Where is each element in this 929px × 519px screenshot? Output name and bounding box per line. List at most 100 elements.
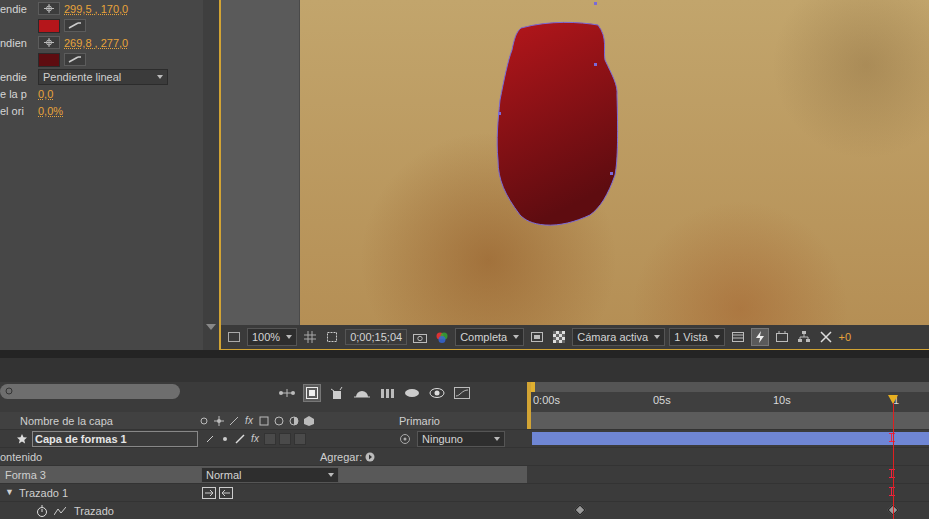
graph-editor-icon[interactable] — [453, 384, 471, 402]
adjustment-icon[interactable] — [288, 415, 300, 427]
keyframe-range-marker — [889, 487, 895, 496]
ramp-shape-dropdown[interactable]: Pendiente lineal — [38, 69, 168, 85]
layer-fx-icon[interactable]: fx — [249, 433, 261, 445]
panel-divider[interactable] — [0, 350, 929, 358]
switch-box[interactable] — [279, 433, 291, 445]
eyedropper-icon[interactable] — [64, 53, 86, 66]
pick-whip-icon[interactable] — [399, 433, 411, 445]
hide-shy-icon[interactable] — [328, 384, 346, 402]
pixel-aspect-icon[interactable] — [729, 328, 747, 346]
collapse-icon[interactable] — [213, 415, 225, 427]
effect-property-row — [0, 17, 203, 34]
exposure-value[interactable]: +0 — [839, 331, 852, 343]
draft-3d-icon[interactable] — [303, 384, 321, 402]
row-track[interactable] — [527, 502, 929, 519]
layer-duration-bar[interactable] — [532, 432, 929, 445]
switch-box[interactable] — [264, 433, 276, 445]
resolution-dropdown[interactable]: Completa — [455, 328, 524, 346]
row-track[interactable] — [527, 466, 929, 483]
time-ruler[interactable]: 0:00s05s10s1 — [527, 382, 929, 412]
layer-shy-icon[interactable] — [204, 433, 216, 445]
3d-layer-icon[interactable] — [303, 415, 315, 427]
graph-icon[interactable] — [54, 506, 66, 516]
shy-icon[interactable] — [198, 415, 210, 427]
keyframe[interactable] — [887, 504, 898, 515]
views-dropdown[interactable]: 1 Vista — [669, 328, 724, 346]
playhead[interactable] — [527, 395, 929, 519]
row-track[interactable] — [527, 448, 929, 465]
crosshair-icon[interactable] — [38, 2, 60, 15]
row-track[interactable] — [527, 430, 929, 447]
brainstorm-icon[interactable] — [403, 384, 421, 402]
number-value[interactable]: 0,0 — [38, 88, 53, 100]
path-property-label[interactable]: Trazado — [74, 505, 114, 517]
reset-exposure-icon[interactable] — [817, 328, 835, 346]
color-swatch[interactable] — [38, 53, 60, 67]
top-area: endie299,5 , 170,0ndien269,8 , 277,0endi… — [0, 0, 929, 350]
switch-box[interactable] — [294, 433, 306, 445]
point-value[interactable]: 269,8 , 277,0 — [64, 37, 128, 49]
blend-mode-dropdown[interactable]: Normal — [201, 467, 339, 483]
scrollbar[interactable] — [203, 0, 219, 350]
row-track[interactable] — [527, 484, 929, 501]
stopwatch-icon[interactable] — [36, 505, 48, 517]
timeline-row[interactable]: ontenidoAgregar: — [0, 448, 929, 466]
comp-mini-flowchart-icon[interactable] — [278, 384, 296, 402]
fast-previews-icon[interactable] — [751, 328, 769, 346]
effect-switch-icon[interactable]: fx — [243, 415, 255, 427]
property-label: e la p — [0, 88, 34, 100]
timeline-icon[interactable] — [773, 328, 791, 346]
frame-blending-icon[interactable] — [353, 384, 371, 402]
timeline-tab-strip — [0, 358, 929, 382]
timeline-row[interactable]: ▼Trazado 1 — [0, 484, 929, 502]
parent-dropdown[interactable]: Ninguno — [417, 431, 505, 447]
scroll-down-icon[interactable] — [206, 324, 216, 330]
layer-name-header[interactable]: Nombre de la capa — [0, 415, 198, 427]
eyedropper-icon[interactable] — [64, 19, 86, 32]
twirl-toggle[interactable]: ▼ — [5, 487, 14, 499]
layer-search-field[interactable] — [0, 384, 180, 399]
color-swatch[interactable] — [38, 19, 60, 33]
number-value[interactable]: 0,0% — [38, 105, 63, 117]
parent-header[interactable]: Primario — [399, 415, 527, 427]
quality-icon[interactable] — [228, 415, 240, 427]
current-time[interactable]: 0;00;15;04 — [345, 329, 407, 345]
transparency-grid-icon[interactable] — [550, 328, 568, 346]
layer-name-field[interactable]: Capa de formas 1 — [32, 431, 198, 447]
add-menu[interactable]: Agregar: — [320, 451, 375, 463]
auto-keyframe-icon[interactable] — [428, 384, 446, 402]
playhead-handle-icon[interactable] — [888, 395, 898, 404]
timeline-row[interactable]: Capa de formas 1 fx Ninguno — [0, 430, 929, 448]
navigator-start-handle[interactable] — [531, 382, 535, 392]
work-area-bar[interactable] — [527, 412, 929, 429]
mask-icon[interactable] — [323, 328, 341, 346]
path-group-label[interactable]: ▼Trazado 1 — [0, 487, 201, 499]
timeline-panel: 0:00s05s10s1 Nombre de la capa fx Primario C… — [0, 358, 929, 519]
column-header-row: Nombre de la capa fx Primario — [0, 412, 929, 430]
snapshot-icon[interactable] — [411, 328, 429, 346]
region-icon[interactable] — [528, 328, 546, 346]
layer-quality-icon[interactable] — [234, 433, 246, 445]
add-arrow-icon[interactable] — [365, 452, 375, 462]
flowchart-icon[interactable] — [795, 328, 813, 346]
motion-blur-icon[interactable] — [378, 384, 396, 402]
crosshair-icon[interactable] — [38, 36, 60, 49]
path-reverse-icon[interactable] — [218, 487, 233, 499]
always-preview-icon[interactable] — [225, 328, 243, 346]
layer-collapse-icon[interactable] — [219, 433, 231, 445]
frame-blend-icon[interactable] — [258, 415, 270, 427]
timeline-row[interactable]: Trazado — [0, 502, 929, 519]
shape-group-label[interactable]: Forma 3 — [0, 469, 201, 481]
zoom-dropdown[interactable]: 100% — [247, 328, 297, 346]
path-direction-icon[interactable] — [201, 487, 216, 499]
motion-blur-switch-icon[interactable] — [273, 415, 285, 427]
point-value[interactable]: 299,5 , 170,0 — [64, 3, 128, 15]
timeline-row[interactable]: Forma 3Normal — [0, 466, 929, 484]
camera-dropdown[interactable]: Cámara activa — [572, 328, 665, 346]
channels-icon[interactable] — [433, 328, 451, 346]
grid-icon[interactable] — [301, 328, 319, 346]
keyframe[interactable] — [574, 504, 585, 515]
pasteboard — [221, 0, 300, 325]
gradient-shape[interactable] — [300, 0, 929, 325]
time-navigator[interactable] — [531, 382, 929, 392]
